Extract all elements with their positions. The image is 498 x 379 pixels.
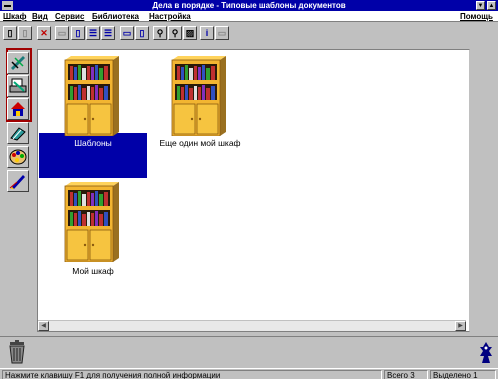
pen-tool-icon[interactable] bbox=[7, 170, 29, 192]
assistant-icon[interactable] bbox=[478, 342, 494, 364]
toolbar: ▯ ▯ ✕ ▭ ▯ ☰ ☰ ▭ ▯ ⚲ ⚲ ▨ i ▭ bbox=[0, 22, 498, 46]
minimize-button[interactable]: ▼ bbox=[476, 1, 485, 10]
cabinet-icon-templates[interactable] bbox=[63, 56, 119, 137]
delete-icon[interactable]: ✕ bbox=[37, 26, 51, 40]
magnifier-icon[interactable]: ⚲ bbox=[168, 26, 182, 40]
split-window-icon[interactable]: ▯ bbox=[135, 26, 149, 40]
cabinet-icon-another[interactable] bbox=[170, 56, 226, 137]
move-tool-icon[interactable] bbox=[7, 52, 29, 74]
scroll-right-icon[interactable]: ▶ bbox=[455, 321, 466, 331]
title-bar: Дела в порядке - Типовые шаблоны докумен… bbox=[0, 0, 498, 11]
print-tool-icon[interactable] bbox=[7, 75, 29, 97]
cabinet-label: Шаблоны bbox=[74, 138, 112, 148]
tree-view-icon[interactable]: ☰ bbox=[86, 26, 100, 40]
home-tool-icon[interactable] bbox=[7, 98, 29, 120]
image-icon[interactable]: ▨ bbox=[183, 26, 197, 40]
bottom-area bbox=[0, 336, 498, 368]
menu-cabinet[interactable]: Шкаф bbox=[3, 11, 27, 22]
maximize-button[interactable]: ▲ bbox=[487, 1, 496, 10]
cabinet-label: Еще один мой шкаф bbox=[159, 138, 241, 148]
cabinet-icon-my[interactable] bbox=[63, 182, 119, 263]
menu-library[interactable]: Библиотека bbox=[92, 11, 139, 22]
status-hint: Нажмите клавишу F1 для получения полной … bbox=[2, 370, 382, 379]
folder-view-icon[interactable]: ▯ bbox=[71, 26, 85, 40]
cabinet-pane: Шаблоны Еще один мой шкаф Мой шкаф bbox=[37, 49, 470, 332]
window-title: Дела в порядке - Типовые шаблоны докумен… bbox=[152, 1, 346, 10]
horizontal-scrollbar[interactable]: ◀ ▶ bbox=[38, 320, 466, 331]
cabinet-label: Мой шкаф bbox=[72, 266, 114, 276]
menu-view[interactable]: Вид bbox=[32, 11, 48, 22]
window-icon[interactable]: ▭ bbox=[120, 26, 134, 40]
left-tool-bar bbox=[0, 46, 36, 336]
info-icon[interactable]: i bbox=[200, 26, 214, 40]
menu-service[interactable]: Сервис bbox=[55, 11, 84, 22]
keyboard-icon[interactable]: ▭ bbox=[215, 26, 229, 40]
status-bar: Нажмите клавишу F1 для получения полной … bbox=[0, 368, 498, 379]
palette-tool-icon[interactable] bbox=[7, 146, 29, 168]
right-panel bbox=[470, 49, 498, 332]
binoculars-icon[interactable]: ⚲ bbox=[153, 26, 167, 40]
menu-help[interactable]: Помощь bbox=[460, 11, 493, 22]
list-view-icon[interactable]: ☰ bbox=[101, 26, 115, 40]
scroll-left-icon[interactable]: ◀ bbox=[38, 321, 49, 331]
menu-settings[interactable]: Настройка bbox=[149, 11, 191, 22]
folder-tool-icon[interactable] bbox=[7, 122, 29, 144]
status-selected: Выделено 1 bbox=[430, 370, 496, 379]
new-doc-icon[interactable]: ▯ bbox=[3, 26, 17, 40]
copy-doc-icon[interactable]: ▯ bbox=[18, 26, 32, 40]
trash-icon[interactable] bbox=[6, 340, 28, 364]
status-total: Всего 3 bbox=[384, 370, 428, 379]
cut-icon[interactable]: ▭ bbox=[55, 26, 69, 40]
menu-bar: Шкаф Вид Сервис Библиотека Настройка Пом… bbox=[0, 11, 498, 22]
